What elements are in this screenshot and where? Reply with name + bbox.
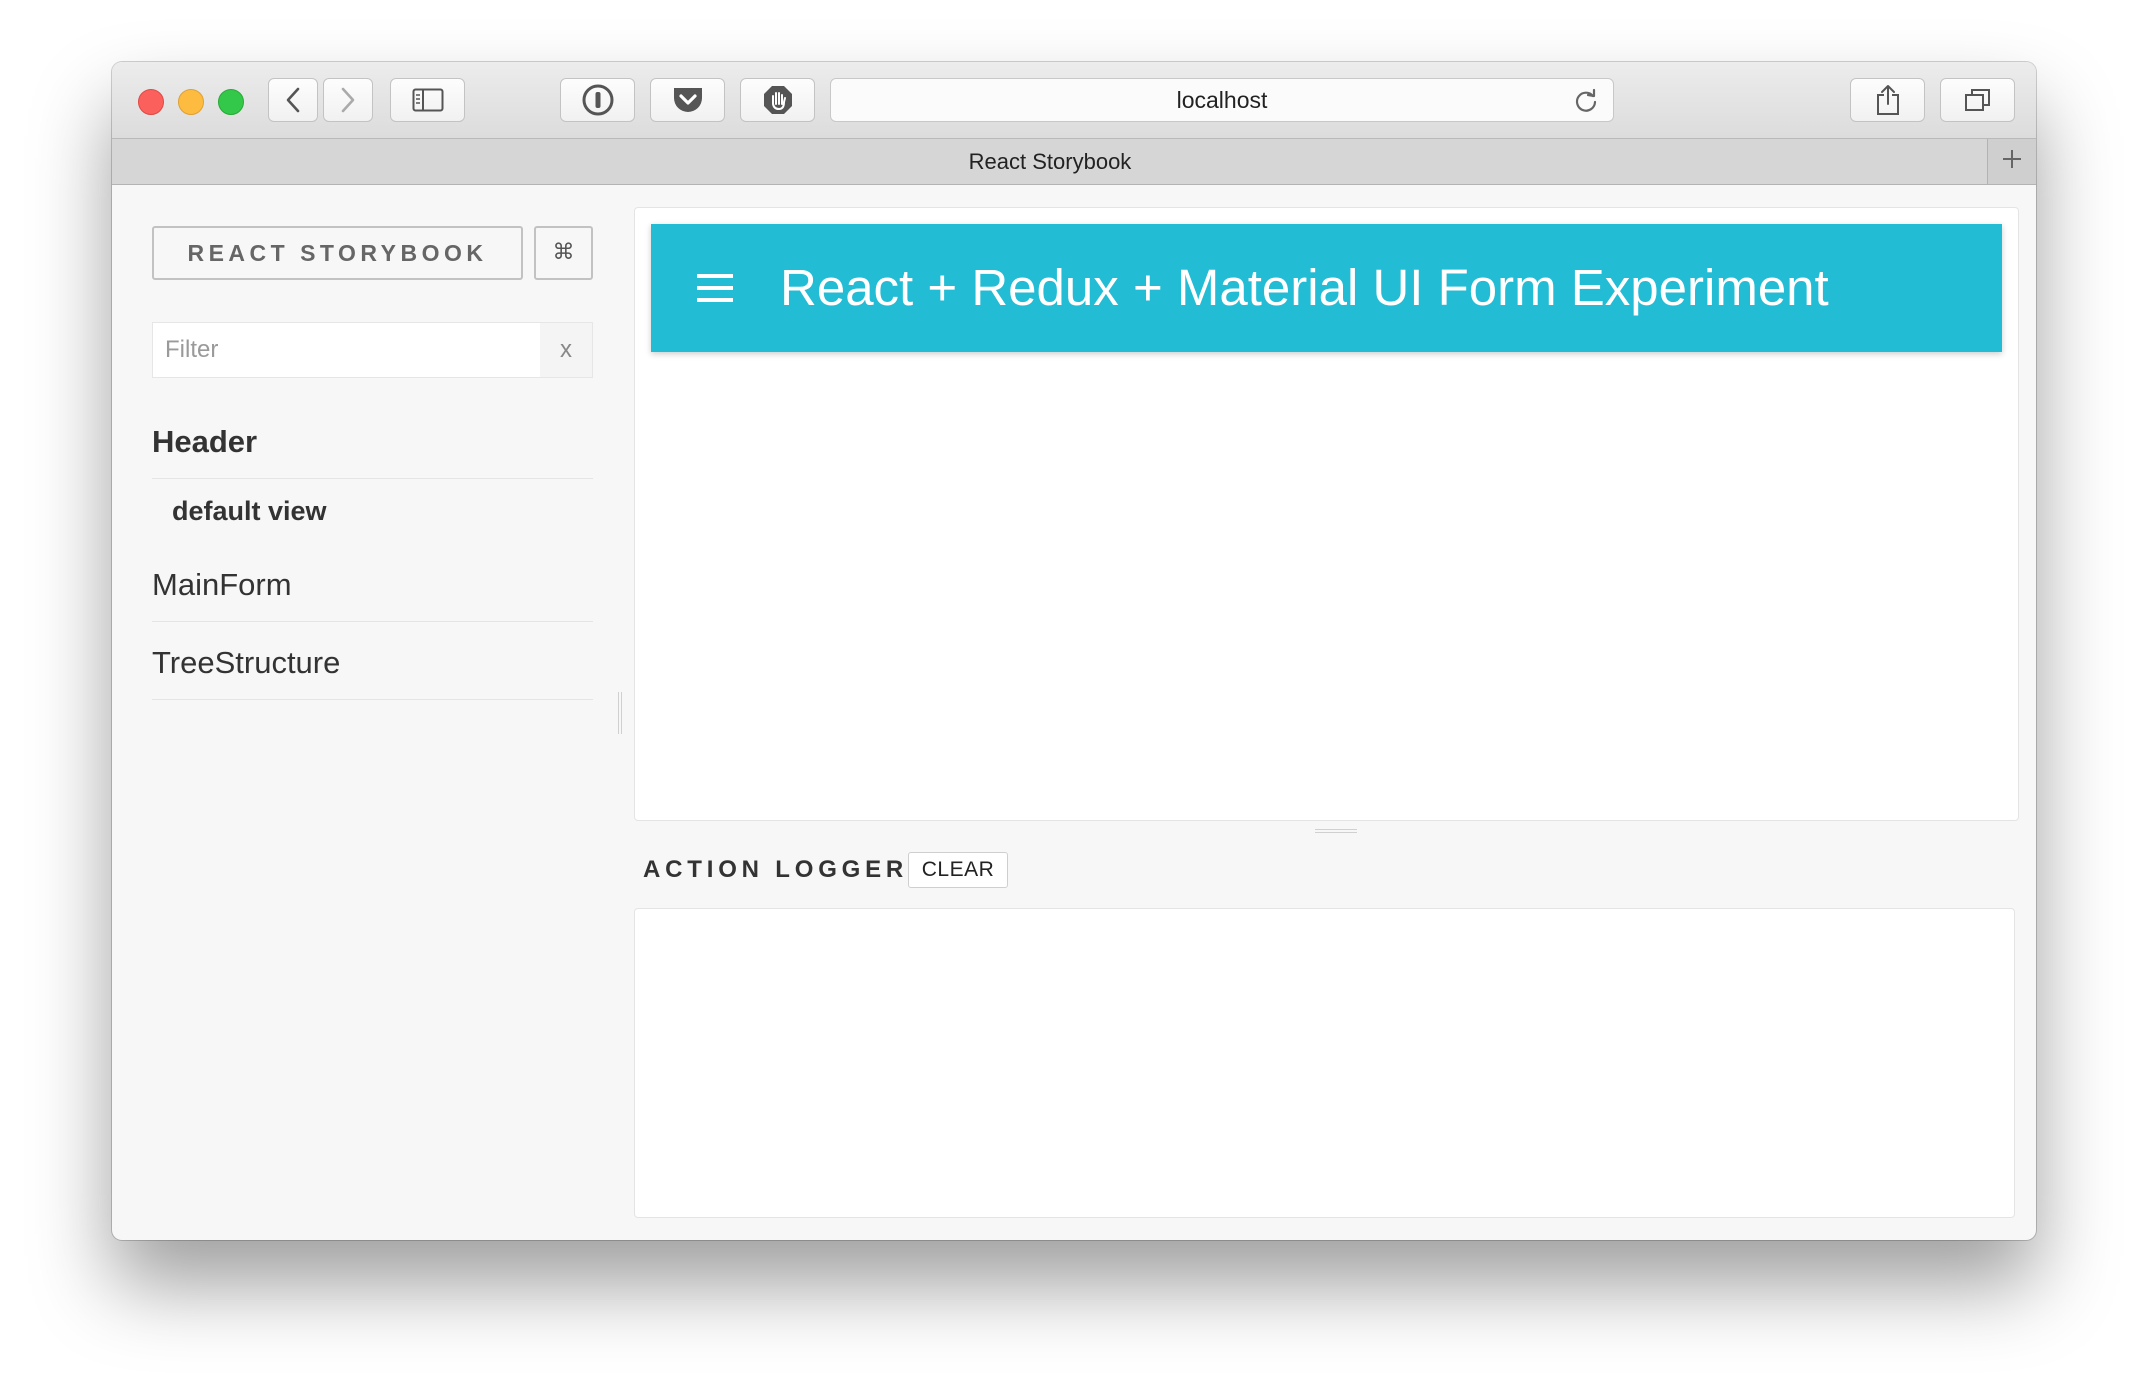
address-text: localhost xyxy=(1176,87,1268,113)
keyboard-shortcuts-button[interactable]: ⌘ xyxy=(534,226,593,280)
action-logger-title: ACTION LOGGER xyxy=(643,856,909,883)
minimize-window-button[interactable] xyxy=(178,89,204,115)
storybook-brand-button[interactable]: REACT STORYBOOK xyxy=(152,226,523,280)
story-divider xyxy=(152,699,593,700)
filter-box: x xyxy=(152,322,593,378)
sidebar-icon xyxy=(412,88,444,112)
panel-resize-handle[interactable] xyxy=(1315,829,1357,833)
share-button[interactable] xyxy=(1850,78,1925,122)
story-default-view[interactable]: default view xyxy=(172,496,327,527)
password-manager-icon xyxy=(581,83,615,117)
active-tab-title[interactable]: React Storybook xyxy=(112,139,1988,184)
story-divider xyxy=(152,621,593,622)
adblock-button[interactable] xyxy=(740,78,815,122)
new-tab-button[interactable] xyxy=(1987,139,2036,184)
close-window-button[interactable] xyxy=(138,89,164,115)
tab-bar: React Storybook xyxy=(112,139,2036,185)
adblock-icon xyxy=(762,84,794,116)
forward-button[interactable] xyxy=(323,78,373,122)
story-preview: React + Redux + Material UI Form Experim… xyxy=(634,207,2019,821)
show-tabs-button[interactable] xyxy=(1940,78,2015,122)
browser-toolbar: localhost xyxy=(112,62,2036,139)
action-logger-panel xyxy=(634,908,2015,1218)
story-divider xyxy=(152,478,593,479)
browser-window: localhost React Storybook REACT STORYBOO… xyxy=(112,62,2036,1240)
pocket-icon xyxy=(671,85,705,115)
story-kind-treestructure[interactable]: TreeStructure xyxy=(152,645,593,681)
app-bar: React + Redux + Material UI Form Experim… xyxy=(651,224,2002,352)
filter-clear-button[interactable]: x xyxy=(540,323,592,377)
back-button[interactable] xyxy=(268,78,318,122)
tabs-icon xyxy=(1964,87,1992,113)
plus-icon xyxy=(2001,148,2023,175)
forward-icon xyxy=(340,87,356,113)
pocket-button[interactable] xyxy=(650,78,725,122)
zoom-window-button[interactable] xyxy=(218,89,244,115)
filter-input[interactable] xyxy=(153,323,539,377)
share-icon xyxy=(1875,84,1901,116)
password-manager-button[interactable] xyxy=(560,78,635,122)
sidebar-resize-handle[interactable] xyxy=(618,692,622,734)
app-bar-title: React + Redux + Material UI Form Experim… xyxy=(780,259,1829,316)
address-bar[interactable]: localhost xyxy=(830,78,1614,122)
story-kind-header[interactable]: Header xyxy=(152,424,593,460)
toggle-sidebar-button[interactable] xyxy=(390,78,465,122)
clear-actions-button[interactable]: CLEAR xyxy=(908,852,1008,888)
story-kind-mainform[interactable]: MainForm xyxy=(152,567,593,603)
reload-icon[interactable] xyxy=(1573,88,1599,119)
back-icon xyxy=(285,87,301,113)
hamburger-menu-icon[interactable] xyxy=(697,274,733,302)
